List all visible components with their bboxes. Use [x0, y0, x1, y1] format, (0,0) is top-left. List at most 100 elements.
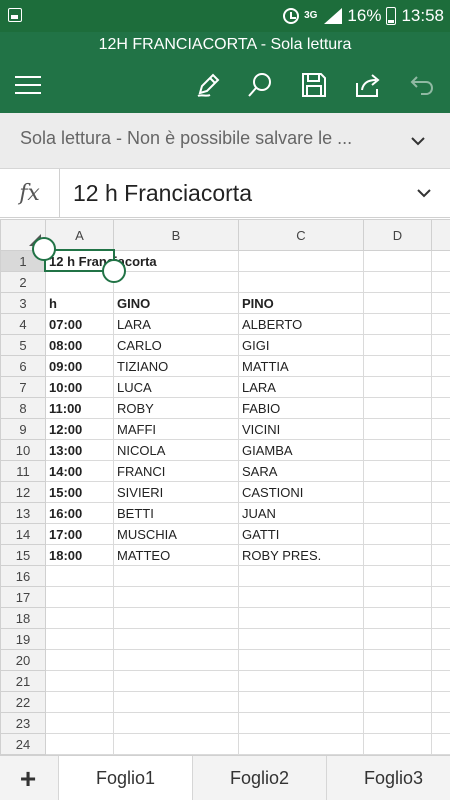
row-header[interactable]: 9	[0, 418, 46, 440]
cell-b-1[interactable]	[113, 250, 239, 272]
cell-b-15[interactable]: MATTEO	[113, 544, 239, 566]
row-header[interactable]: 17	[0, 586, 46, 608]
cell-b-3[interactable]: GINO	[113, 292, 239, 314]
cell-d-19[interactable]	[363, 628, 432, 650]
cell-c-5[interactable]: GIGI	[238, 334, 364, 356]
cell-e-3[interactable]	[431, 292, 450, 314]
cell-e-14[interactable]	[431, 523, 450, 545]
cell-d-8[interactable]	[363, 397, 432, 419]
cell-c-14[interactable]: GATTI	[238, 523, 364, 545]
cell-c-18[interactable]	[238, 607, 364, 629]
chevron-down-icon[interactable]	[412, 181, 436, 205]
cell-e-10[interactable]	[431, 439, 450, 461]
undo-button[interactable]	[402, 65, 442, 105]
cell-a-23[interactable]	[45, 712, 114, 734]
row-header[interactable]: 16	[0, 565, 46, 587]
cell-a-18[interactable]	[45, 607, 114, 629]
cell-b-14[interactable]: MUSCHIA	[113, 523, 239, 545]
cell-e-23[interactable]	[431, 712, 450, 734]
cell-e-2[interactable]	[431, 271, 450, 293]
cell-e-6[interactable]	[431, 355, 450, 377]
cell-e-16[interactable]	[431, 565, 450, 587]
cell-a-6[interactable]: 09:00	[45, 355, 114, 377]
cell-c-10[interactable]: GIAMBA	[238, 439, 364, 461]
row-header[interactable]: 11	[0, 460, 46, 482]
cell-a-8[interactable]: 11:00	[45, 397, 114, 419]
row-header[interactable]: 5	[0, 334, 46, 356]
cell-b-19[interactable]	[113, 628, 239, 650]
cell-c-16[interactable]	[238, 565, 364, 587]
cell-c-1[interactable]	[238, 250, 364, 272]
cell-e-24[interactable]	[431, 733, 450, 755]
selection-handle-top-left[interactable]	[32, 237, 56, 261]
cell-b-20[interactable]	[113, 649, 239, 671]
spreadsheet-grid[interactable]: A B C D 1 12 h Franciacorta 2 3 h GINO PINO 4 07…	[0, 219, 450, 755]
sheet-tab-foglio3[interactable]: Foglio3	[326, 756, 450, 800]
cell-d-24[interactable]	[363, 733, 432, 755]
row-header[interactable]: 24	[0, 733, 46, 755]
cell-d-13[interactable]	[363, 502, 432, 524]
cell-e-20[interactable]	[431, 649, 450, 671]
cell-b-12[interactable]: SIVIERI	[113, 481, 239, 503]
cell-b-21[interactable]	[113, 670, 239, 692]
column-header-b[interactable]: B	[113, 219, 239, 251]
cell-b-24[interactable]	[113, 733, 239, 755]
cell-b-10[interactable]: NICOLA	[113, 439, 239, 461]
cell-e-18[interactable]	[431, 607, 450, 629]
cell-b-17[interactable]	[113, 586, 239, 608]
row-header[interactable]: 22	[0, 691, 46, 713]
cell-d-5[interactable]	[363, 334, 432, 356]
cell-a-15[interactable]: 18:00	[45, 544, 114, 566]
cell-d-21[interactable]	[363, 670, 432, 692]
cell-b-4[interactable]: LARA	[113, 313, 239, 335]
cell-d-4[interactable]	[363, 313, 432, 335]
row-header[interactable]: 3	[0, 292, 46, 314]
sheet-tab-foglio2[interactable]: Foglio2	[192, 756, 326, 800]
row-header[interactable]: 4	[0, 313, 46, 335]
cell-a-19[interactable]	[45, 628, 114, 650]
cell-a-11[interactable]: 14:00	[45, 460, 114, 482]
cell-c-3[interactable]: PINO	[238, 292, 364, 314]
cell-c-2[interactable]	[238, 271, 364, 293]
cell-a-20[interactable]	[45, 649, 114, 671]
cell-d-1[interactable]	[363, 250, 432, 272]
cell-c-15[interactable]: ROBY PRES.	[238, 544, 364, 566]
cell-c-17[interactable]	[238, 586, 364, 608]
cell-a-5[interactable]: 08:00	[45, 334, 114, 356]
cell-d-14[interactable]	[363, 523, 432, 545]
cell-a-24[interactable]	[45, 733, 114, 755]
search-button[interactable]	[240, 65, 280, 105]
row-header[interactable]: 15	[0, 544, 46, 566]
save-button[interactable]	[294, 65, 334, 105]
cell-c-8[interactable]: FABIO	[238, 397, 364, 419]
cell-e-15[interactable]	[431, 544, 450, 566]
add-sheet-button[interactable]: +	[0, 756, 56, 800]
cell-b-8[interactable]: ROBY	[113, 397, 239, 419]
cell-a-16[interactable]	[45, 565, 114, 587]
formula-input[interactable]: 12 h Franciacorta	[73, 169, 252, 217]
cell-a-22[interactable]	[45, 691, 114, 713]
column-header-e[interactable]	[431, 219, 450, 251]
cell-c-20[interactable]	[238, 649, 364, 671]
chevron-down-icon[interactable]	[406, 129, 430, 153]
column-header-c[interactable]: C	[238, 219, 364, 251]
cell-c-12[interactable]: CASTIONI	[238, 481, 364, 503]
cell-b-6[interactable]: TIZIANO	[113, 355, 239, 377]
cell-d-3[interactable]	[363, 292, 432, 314]
cell-b-7[interactable]: LUCA	[113, 376, 239, 398]
row-header[interactable]: 14	[0, 523, 46, 545]
cell-b-9[interactable]: MAFFI	[113, 418, 239, 440]
cell-a-3[interactable]: h	[45, 292, 114, 314]
selection-handle-bottom-right[interactable]	[102, 259, 126, 283]
cell-c-7[interactable]: LARA	[238, 376, 364, 398]
cell-a-14[interactable]: 17:00	[45, 523, 114, 545]
row-header[interactable]: 20	[0, 649, 46, 671]
cell-e-8[interactable]	[431, 397, 450, 419]
cell-b-18[interactable]	[113, 607, 239, 629]
sheet-tab-foglio1[interactable]: Foglio1	[58, 756, 192, 800]
cell-a-13[interactable]: 16:00	[45, 502, 114, 524]
cell-e-12[interactable]	[431, 481, 450, 503]
cell-b-16[interactable]	[113, 565, 239, 587]
cell-e-7[interactable]	[431, 376, 450, 398]
share-button[interactable]	[348, 65, 388, 105]
